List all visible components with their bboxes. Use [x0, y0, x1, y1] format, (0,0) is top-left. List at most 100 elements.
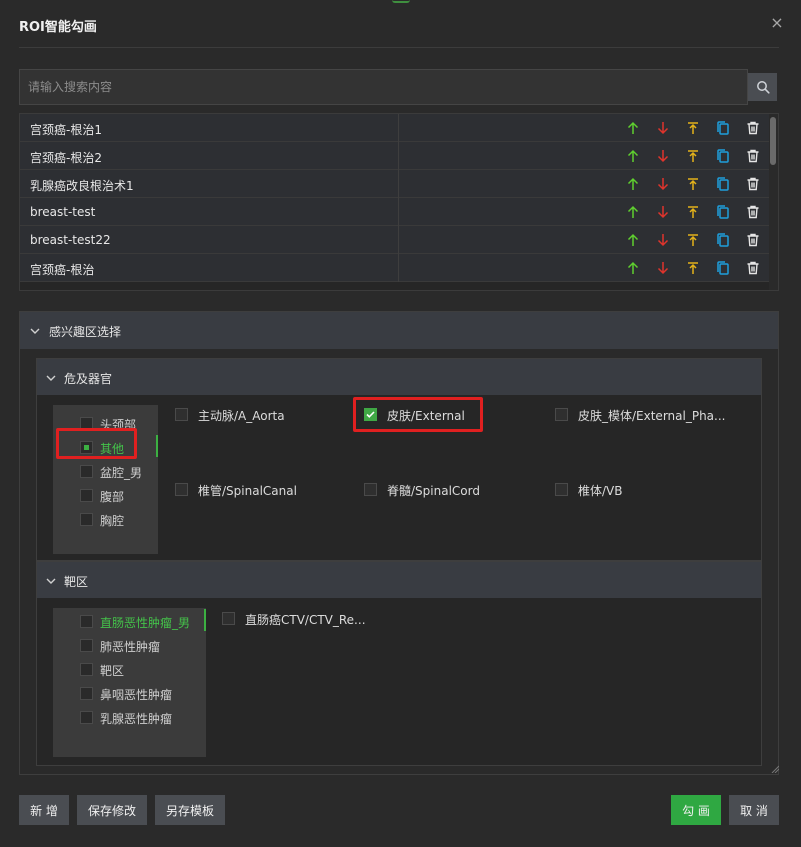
- template-name: 宫颈癌-根治1: [30, 123, 102, 137]
- arrow-down-icon[interactable]: [655, 260, 671, 276]
- organs-section-header[interactable]: 危及器官: [37, 359, 761, 395]
- resize-handle-icon[interactable]: [771, 765, 779, 773]
- title-divider: [19, 47, 779, 48]
- delete-icon[interactable]: [745, 176, 761, 192]
- category-checkbox[interactable]: [80, 639, 93, 652]
- cancel-button[interactable]: 取 消: [729, 795, 779, 825]
- arrow-up-icon[interactable]: [625, 260, 641, 276]
- category-checkbox[interactable]: [80, 465, 93, 478]
- column-divider: [398, 198, 399, 226]
- highlight-box: [353, 397, 483, 432]
- template-row[interactable]: 宫颈癌-根治1: [20, 114, 770, 142]
- new-button[interactable]: 新 增: [19, 795, 69, 825]
- target-category-item[interactable]: 乳腺恶性肿瘤: [53, 707, 206, 729]
- save-as-template-button[interactable]: 另存模板: [155, 795, 225, 825]
- search-icon: [756, 81, 770, 94]
- copy-icon[interactable]: [715, 260, 731, 276]
- category-checkbox[interactable]: [80, 711, 93, 724]
- column-divider: [398, 226, 399, 254]
- organs-section: 危及器官 头颈部 其他 盆腔_男 腹部 胸腔 主动脉/A_Aorta 皮肤/Ex…: [36, 358, 762, 561]
- delete-icon[interactable]: [745, 260, 761, 276]
- option-checkbox[interactable]: [555, 483, 568, 496]
- option-label: 椎管/SpinalCanal: [198, 484, 297, 498]
- template-name: breast-test22: [30, 233, 111, 247]
- move-to-top-icon[interactable]: [685, 232, 701, 248]
- column-divider: [398, 170, 399, 198]
- template-row[interactable]: breast-test22: [20, 226, 770, 254]
- copy-icon[interactable]: [715, 176, 731, 192]
- targets-section-header[interactable]: 靶区: [37, 562, 761, 598]
- option-checkbox[interactable]: [175, 483, 188, 496]
- scrollbar-thumb[interactable]: [770, 117, 776, 165]
- template-row[interactable]: breast-test: [20, 198, 770, 226]
- option-checkbox[interactable]: [222, 612, 235, 625]
- search-input[interactable]: [19, 69, 748, 105]
- delete-icon[interactable]: [745, 232, 761, 248]
- category-checkbox[interactable]: [80, 489, 93, 502]
- category-label: 肺恶性肿瘤: [100, 640, 161, 654]
- target-category-item[interactable]: 直肠恶性肿瘤_男: [53, 611, 206, 633]
- template-row[interactable]: 乳腺癌改良根治术1: [20, 170, 770, 198]
- arrow-down-icon[interactable]: [655, 232, 671, 248]
- copy-icon[interactable]: [715, 148, 731, 164]
- active-category-indicator: [156, 435, 158, 457]
- copy-icon[interactable]: [715, 204, 731, 220]
- template-name: 宫颈癌-根治: [30, 263, 95, 277]
- organ-category-item[interactable]: 腹部: [53, 485, 158, 507]
- template-row[interactable]: 宫颈癌-根治2: [20, 142, 770, 170]
- arrow-up-icon[interactable]: [625, 204, 641, 220]
- column-divider: [398, 254, 399, 282]
- delete-icon[interactable]: [745, 120, 761, 136]
- template-row[interactable]: 宫颈癌-根治: [20, 254, 770, 282]
- arrow-down-icon[interactable]: [655, 148, 671, 164]
- copy-icon[interactable]: [715, 120, 731, 136]
- category-checkbox[interactable]: [80, 663, 93, 676]
- move-to-top-icon[interactable]: [685, 176, 701, 192]
- move-to-top-icon[interactable]: [685, 260, 701, 276]
- category-checkbox[interactable]: [80, 615, 93, 628]
- option-label: 椎体/VB: [578, 484, 623, 498]
- category-label: 盆腔_男: [100, 466, 143, 480]
- arrow-up-icon[interactable]: [625, 120, 641, 136]
- move-to-top-icon[interactable]: [685, 204, 701, 220]
- highlight-box: [56, 428, 137, 459]
- save-changes-button[interactable]: 保存修改: [77, 795, 147, 825]
- target-category-item[interactable]: 肺恶性肿瘤: [53, 635, 206, 657]
- roi-panel-header[interactable]: 感兴趣区选择: [20, 312, 778, 349]
- search-button[interactable]: [748, 73, 777, 101]
- arrow-down-icon[interactable]: [655, 176, 671, 192]
- category-label: 直肠恶性肿瘤_男: [100, 616, 191, 630]
- target-category-item[interactable]: 鼻咽恶性肿瘤: [53, 683, 206, 705]
- organ-category-item[interactable]: 盆腔_男: [53, 461, 158, 483]
- option-checkbox[interactable]: [364, 483, 377, 496]
- roi-panel: 感兴趣区选择 危及器官 头颈部 其他 盆腔_男 腹部 胸腔 主动脉/A_Aort…: [19, 311, 779, 775]
- delete-icon[interactable]: [745, 204, 761, 220]
- move-to-top-icon[interactable]: [685, 148, 701, 164]
- template-name: 宫颈癌-根治2: [30, 151, 102, 165]
- option-checkbox[interactable]: [555, 408, 568, 421]
- arrow-down-icon[interactable]: [655, 204, 671, 220]
- option-label: 直肠癌CTV/CTV_Re...: [245, 613, 366, 627]
- target-category-item[interactable]: 靶区: [53, 659, 206, 681]
- draw-button[interactable]: 勾 画: [671, 795, 721, 825]
- organ-category-item[interactable]: 胸腔: [53, 509, 158, 531]
- arrow-up-icon[interactable]: [625, 176, 641, 192]
- move-to-top-icon[interactable]: [685, 120, 701, 136]
- column-divider: [398, 142, 399, 170]
- chevron-down-icon: [30, 328, 40, 334]
- arrow-up-icon[interactable]: [625, 232, 641, 248]
- delete-icon[interactable]: [745, 148, 761, 164]
- top-edge-mark: [392, 0, 410, 3]
- category-checkbox[interactable]: [80, 513, 93, 526]
- roi-dialog: ROI智能勾画 × 宫颈癌-根治1 宫颈癌-根治2 乳腺癌改: [0, 0, 801, 847]
- template-name: 乳腺癌改良根治术1: [30, 179, 134, 193]
- copy-icon[interactable]: [715, 232, 731, 248]
- arrow-up-icon[interactable]: [625, 148, 641, 164]
- category-checkbox[interactable]: [80, 687, 93, 700]
- close-icon[interactable]: ×: [768, 14, 786, 32]
- option-checkbox[interactable]: [175, 408, 188, 421]
- option-label: 皮肤_模体/External_Pha...: [578, 409, 726, 423]
- arrow-down-icon[interactable]: [655, 120, 671, 136]
- organs-section-title: 危及器官: [64, 372, 113, 386]
- targets-section: 靶区 直肠恶性肿瘤_男 肺恶性肿瘤 靶区 鼻咽恶性肿瘤 乳腺恶性肿瘤 直肠癌CT…: [36, 561, 762, 766]
